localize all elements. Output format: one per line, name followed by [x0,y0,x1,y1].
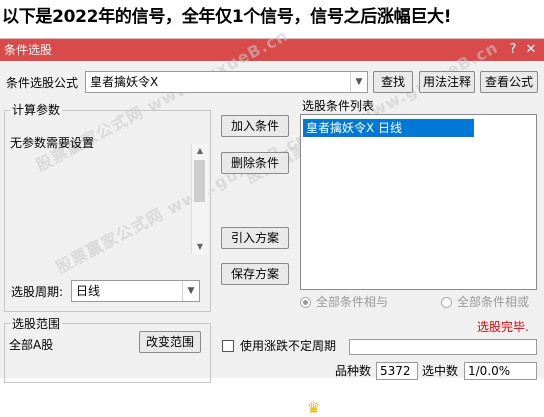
titlebar: 条件选股 ? ✕ [0,39,544,61]
formula-value: 皇者擒妖令X [90,75,159,89]
view-formula-button[interactable]: 查看公式 [480,71,538,93]
unfixed-period-checkbox[interactable] [222,340,234,352]
and-radio[interactable] [300,297,311,308]
find-button[interactable]: 查找 [373,71,413,93]
list-item[interactable]: 皇者擒妖令X 日线 [303,119,474,137]
unfixed-period-field[interactable] [349,339,537,355]
help-icon[interactable]: ? [504,39,522,61]
change-scope-button[interactable]: 改变范围 [139,331,201,353]
selected-count-value: 1/0.0% [464,362,537,380]
crown-icon: ♛ [307,399,321,417]
params-text: 无参数需要设置 [10,136,95,150]
condition-stock-selection-dialog: 条件选股 ? ✕ 股票赢家公式网 www.guxueB.cn 股票赢家公式网 w… [0,26,544,416]
period-value: 日线 [76,284,101,298]
or-label: 全部条件相或 [457,295,530,309]
scope-value: 全部A股 [9,338,54,352]
save-plan-button[interactable]: 保存方案 [221,263,289,285]
and-label: 全部条件相与 [316,295,389,309]
params-group-title: 计算参数 [10,103,63,117]
headline: 以下是2022年的信号，全年仅1个信号，信号之后涨幅巨大! [0,0,544,38]
condition-list-title: 选股条件列表 [302,99,375,113]
scroll-thumb[interactable] [194,160,205,202]
chevron-down-icon[interactable]: ▼ [182,281,199,301]
condition-list[interactable]: 皇者擒妖令X 日线 [300,114,537,290]
formula-label: 条件选股公式 [6,76,79,90]
add-condition-button[interactable]: 加入条件 [221,115,289,137]
chevron-down-icon[interactable]: ▼ [350,72,367,92]
window-title: 条件选股 [4,43,53,57]
formula-select[interactable]: 皇者擒妖令X ▼ [85,71,368,93]
total-count-value: 5372 [376,362,418,380]
unfixed-period-label: 使用涨跌不定周期 [240,339,337,353]
close-icon[interactable]: ✕ [522,39,540,61]
import-plan-button[interactable]: 引入方案 [221,227,289,249]
status-text: 选股完毕. [477,320,529,334]
or-radio[interactable] [441,297,452,308]
delete-condition-button[interactable]: 删除条件 [221,152,289,174]
usage-notes-button[interactable]: 用法注释 [419,71,475,93]
period-select[interactable]: 日线 ▼ [71,280,200,302]
period-label: 选股周期: [11,285,64,299]
params-scrollbar[interactable]: ▲ ▼ [191,144,208,254]
scope-group-title: 选股范围 [10,317,63,331]
scroll-up-icon[interactable]: ▲ [192,144,208,158]
scroll-down-icon[interactable]: ▼ [192,240,208,254]
